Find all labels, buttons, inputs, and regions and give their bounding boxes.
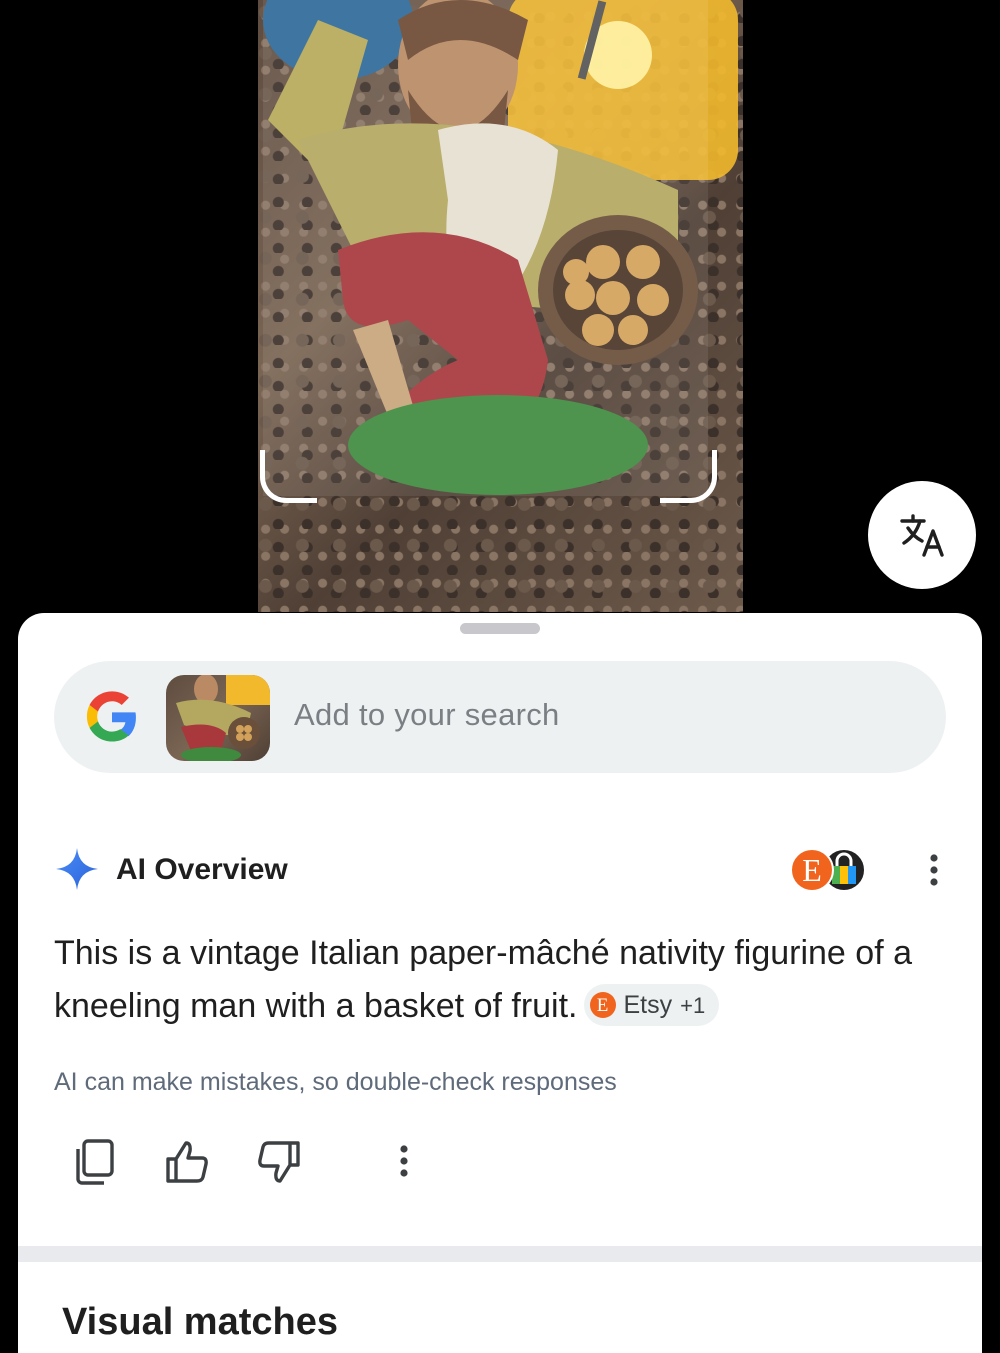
thumbnail-figurine <box>176 675 270 761</box>
ai-overview-body: This is a vintage Italian paper-mâché na… <box>54 927 954 1033</box>
crop-corner-bottom-left[interactable] <box>260 450 317 503</box>
ai-disclaimer: AI can make mistakes, so double-check re… <box>54 1068 617 1096</box>
thumbs-up-icon[interactable] <box>164 1137 210 1187</box>
source-favicons[interactable]: E <box>790 846 870 894</box>
translate-button[interactable] <box>868 481 976 589</box>
ai-overview-header: AI Overview E <box>54 846 946 894</box>
google-logo <box>86 691 136 742</box>
translate-icon <box>900 514 944 557</box>
crop-corner-bottom-right[interactable] <box>660 450 717 503</box>
search-placeholder[interactable]: Add to your search <box>294 697 560 733</box>
sheet-drag-handle[interactable] <box>460 623 540 634</box>
feedback-actions <box>72 1137 452 1187</box>
more-options-icon[interactable] <box>394 1137 414 1187</box>
source-chip-label: Etsy <box>623 990 673 1019</box>
etsy-icon: E <box>589 992 616 1019</box>
lens-photo <box>258 0 743 612</box>
thumbs-down-icon[interactable] <box>256 1137 302 1187</box>
figurine-illustration <box>263 0 738 496</box>
source-chip-count: +1 <box>680 992 706 1018</box>
copy-icon[interactable] <box>72 1137 118 1187</box>
ai-overview-text: This is a vintage Italian paper-mâché na… <box>54 934 913 1025</box>
etsy-favicon: E <box>790 848 834 892</box>
source-chip[interactable]: E Etsy +1 <box>583 984 720 1027</box>
ai-overview-title: AI Overview <box>116 853 288 886</box>
section-divider <box>18 1246 982 1262</box>
query-image-thumbnail[interactable] <box>166 675 270 761</box>
sparkle-icon <box>56 848 98 890</box>
search-bar[interactable]: Add to your search <box>54 661 946 773</box>
visual-matches-heading: Visual matches <box>62 1301 339 1343</box>
more-vert-icon[interactable] <box>924 852 944 888</box>
results-sheet[interactable]: Add to your search AI Overview E This is… <box>18 613 982 1353</box>
